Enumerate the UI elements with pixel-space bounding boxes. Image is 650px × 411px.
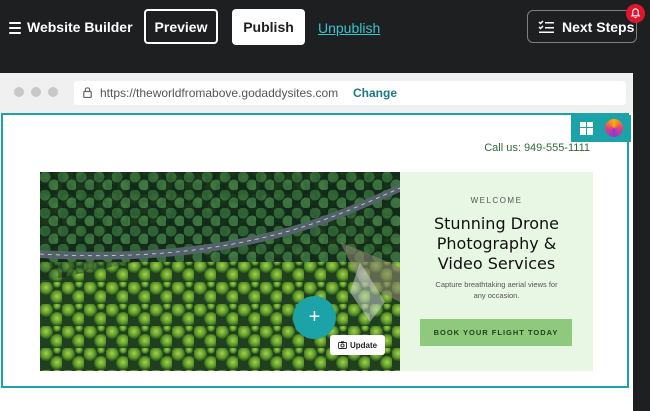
update-image-button[interactable]: Update xyxy=(330,335,385,355)
add-section-button[interactable]: + xyxy=(293,296,336,339)
preview-button[interactable]: Preview xyxy=(144,9,218,44)
update-label: Update xyxy=(349,340,378,350)
change-domain-link[interactable]: Change xyxy=(353,85,397,101)
checklist-icon xyxy=(538,19,554,33)
layout-icon[interactable] xyxy=(580,122,593,135)
app-title: Website Builder xyxy=(27,19,133,35)
phone-number[interactable]: Call us: 949-555-1111 xyxy=(484,141,590,155)
bell-icon xyxy=(630,8,641,19)
plus-icon: + xyxy=(308,306,321,328)
next-steps-label: Next Steps xyxy=(562,18,635,35)
unpublish-link[interactable]: Unpublish xyxy=(318,18,380,38)
headline-line: Video Services xyxy=(437,254,556,273)
site-url: https://theworldfromabove.godaddysites.c… xyxy=(100,86,339,100)
top-bar: Website Builder Preview Publish Unpublis… xyxy=(0,0,650,72)
site-section[interactable]: Call us: 949-555-1111 WELCOME Stunning D… xyxy=(1,113,631,388)
hero-text-panel: WELCOME Stunning Drone Photography & Vid… xyxy=(400,172,593,371)
notification-badge[interactable] xyxy=(626,4,645,23)
window-dot xyxy=(31,87,41,97)
browser-chrome: https://theworldfromabove.godaddysites.c… xyxy=(0,73,633,113)
window-dot xyxy=(48,87,58,97)
url-bar: https://theworldfromabove.godaddysites.c… xyxy=(74,81,626,105)
site-preview-frame: https://theworldfromabove.godaddysites.c… xyxy=(0,73,633,411)
section-tools xyxy=(571,115,631,142)
hero-subtext: Capture breathtaking aerial views for an… xyxy=(435,280,558,300)
window-dot xyxy=(14,87,24,97)
headline-line: Stunning Drone xyxy=(434,214,559,233)
hero-headline[interactable]: Stunning Drone Photography & Video Servi… xyxy=(408,214,585,274)
theme-color-icon[interactable] xyxy=(605,119,623,137)
next-steps-button[interactable]: Next Steps xyxy=(527,10,637,43)
headline-line: Photography & xyxy=(436,234,557,253)
camera-icon xyxy=(337,341,347,349)
book-flight-button[interactable]: BOOK YOUR FLIGHT TODAY xyxy=(420,319,572,346)
publish-button[interactable]: Publish xyxy=(232,9,305,45)
welcome-label: WELCOME xyxy=(470,196,523,205)
lock-icon xyxy=(83,87,92,98)
menu-icon[interactable] xyxy=(9,22,21,34)
